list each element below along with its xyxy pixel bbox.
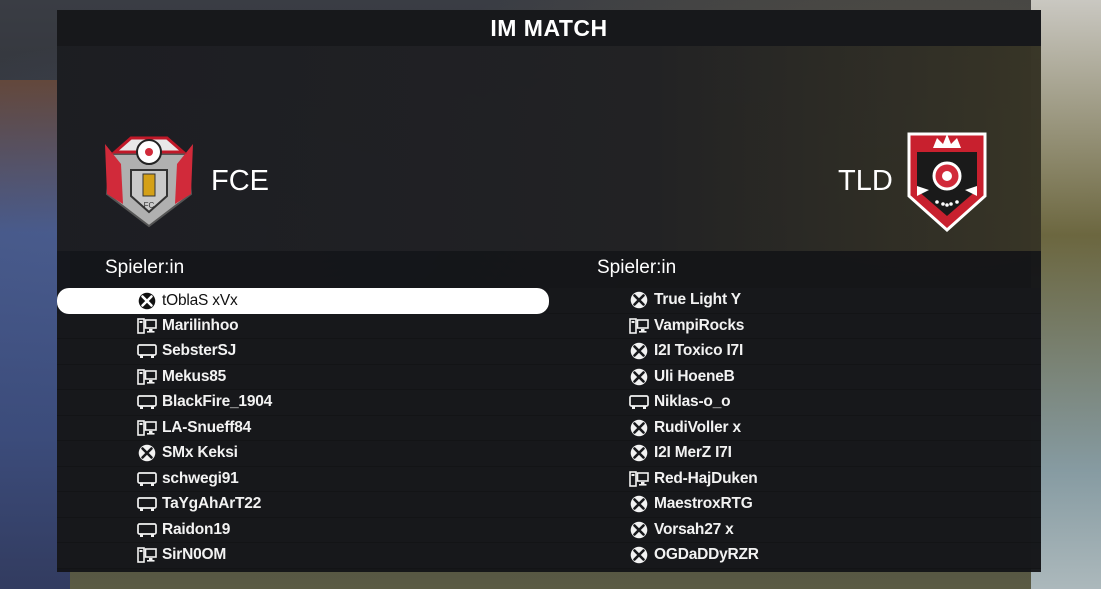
home-player-row[interactable]: SirN0OM <box>57 543 549 569</box>
away-team-name: TLD <box>838 165 893 197</box>
player-name: BlackFire_1904 <box>162 393 273 411</box>
away-player-row[interactable]: VampiRocks <box>549 313 1041 339</box>
away-player-row[interactable]: True Light Y <box>549 288 1041 314</box>
xbox-icon <box>137 443 157 463</box>
home-player-row[interactable]: SMx Keksi <box>57 441 549 467</box>
away-player-row[interactable]: I2I Toxico I7I <box>549 339 1041 365</box>
away-player-row[interactable]: MaestroxRTG <box>549 492 1041 518</box>
xbox-icon <box>629 545 649 565</box>
player-name: schwegi91 <box>162 469 239 487</box>
team-header: FC FCE TLD <box>57 46 1041 251</box>
xbox-icon <box>629 520 649 540</box>
player-name: SebsterSJ <box>162 342 237 360</box>
console-icon <box>137 469 157 489</box>
player-name: I2I Toxico I7I <box>654 342 744 360</box>
away-player-row[interactable]: Red-HajDuken <box>549 466 1041 492</box>
pc-icon <box>137 316 157 336</box>
player-name: Mekus85 <box>162 367 227 385</box>
player-name: Red-HajDuken <box>654 469 758 487</box>
player-name: SirN0OM <box>162 546 227 564</box>
pc-icon <box>137 418 157 438</box>
home-team-name: FCE <box>211 165 269 197</box>
home-column-header: Spieler:in <box>105 257 185 278</box>
player-name: LA-Snueff84 <box>162 418 252 436</box>
xbox-icon <box>629 418 649 438</box>
pc-icon <box>629 469 649 489</box>
away-player-row[interactable]: Vorsah27 x <box>549 517 1041 543</box>
home-player-row[interactable]: TaYgAhArT22 <box>57 492 549 518</box>
tld-crest-icon <box>907 132 987 232</box>
player-name: OGDaDDyRZR <box>654 546 759 564</box>
away-column-header: Spieler:in <box>597 257 677 278</box>
home-player-list: tOblaS xVx Marilinhoo SebsterSJ Mekus85 Blac… <box>57 288 549 569</box>
title-bar: IM MATCH <box>57 10 1041 46</box>
away-player-row[interactable]: I2I MerZ I7I <box>549 441 1041 467</box>
away-player-row[interactable]: RudiVoller x <box>549 415 1041 441</box>
player-name: Uli HoeneB <box>654 367 735 385</box>
home-player-row[interactable]: tOblaS xVx <box>57 288 549 314</box>
console-icon <box>137 494 157 514</box>
player-name: MaestroxRTG <box>654 495 753 513</box>
pc-icon <box>137 545 157 565</box>
away-player-row[interactable]: Niklas-o_o <box>549 390 1041 416</box>
player-name: True Light Y <box>654 291 741 309</box>
player-name: RudiVoller x <box>654 418 741 436</box>
away-player-list: True Light Y VampiRocks I2I Toxico I7I Uli … <box>549 288 1041 569</box>
home-player-row[interactable]: Marilinhoo <box>57 313 549 339</box>
console-icon <box>629 392 649 412</box>
lineup-panel: IM MATCH FC FCE TLD Spieler:in Spieler:i… <box>57 10 1041 572</box>
xbox-icon <box>629 367 649 387</box>
console-icon <box>137 341 157 361</box>
background-figure-right <box>1031 0 1101 589</box>
pc-icon <box>137 367 157 387</box>
player-name: Raidon19 <box>162 520 231 538</box>
player-name: tOblaS xVx <box>162 291 238 309</box>
screen-title: IM MATCH <box>490 14 608 41</box>
away-player-row[interactable]: Uli HoeneB <box>549 364 1041 390</box>
player-name: VampiRocks <box>654 316 745 334</box>
xbox-icon <box>629 290 649 310</box>
xbox-icon <box>629 443 649 463</box>
xbox-icon <box>629 494 649 514</box>
home-player-row[interactable]: SebsterSJ <box>57 339 549 365</box>
pc-icon <box>629 316 649 336</box>
player-name: Marilinhoo <box>162 316 239 334</box>
away-player-row[interactable]: OGDaDDyRZR <box>549 543 1041 569</box>
xbox-icon <box>629 341 649 361</box>
home-player-row[interactable]: schwegi91 <box>57 466 549 492</box>
console-icon <box>137 392 157 412</box>
home-player-row[interactable]: Mekus85 <box>57 364 549 390</box>
player-name: Vorsah27 x <box>654 520 734 538</box>
player-name: I2I MerZ I7I <box>654 444 732 462</box>
xbox-icon <box>137 291 157 311</box>
player-name: SMx Keksi <box>162 444 238 462</box>
console-icon <box>137 520 157 540</box>
home-player-row[interactable]: LA-Snueff84 <box>57 415 549 441</box>
home-player-row[interactable]: BlackFire_1904 <box>57 390 549 416</box>
svg-text:FC: FC <box>144 201 155 210</box>
player-name: TaYgAhArT22 <box>162 495 262 513</box>
player-name: Niklas-o_o <box>654 393 731 411</box>
home-player-row[interactable]: Raidon19 <box>57 517 549 543</box>
fce-crest-icon: FC <box>105 136 193 228</box>
